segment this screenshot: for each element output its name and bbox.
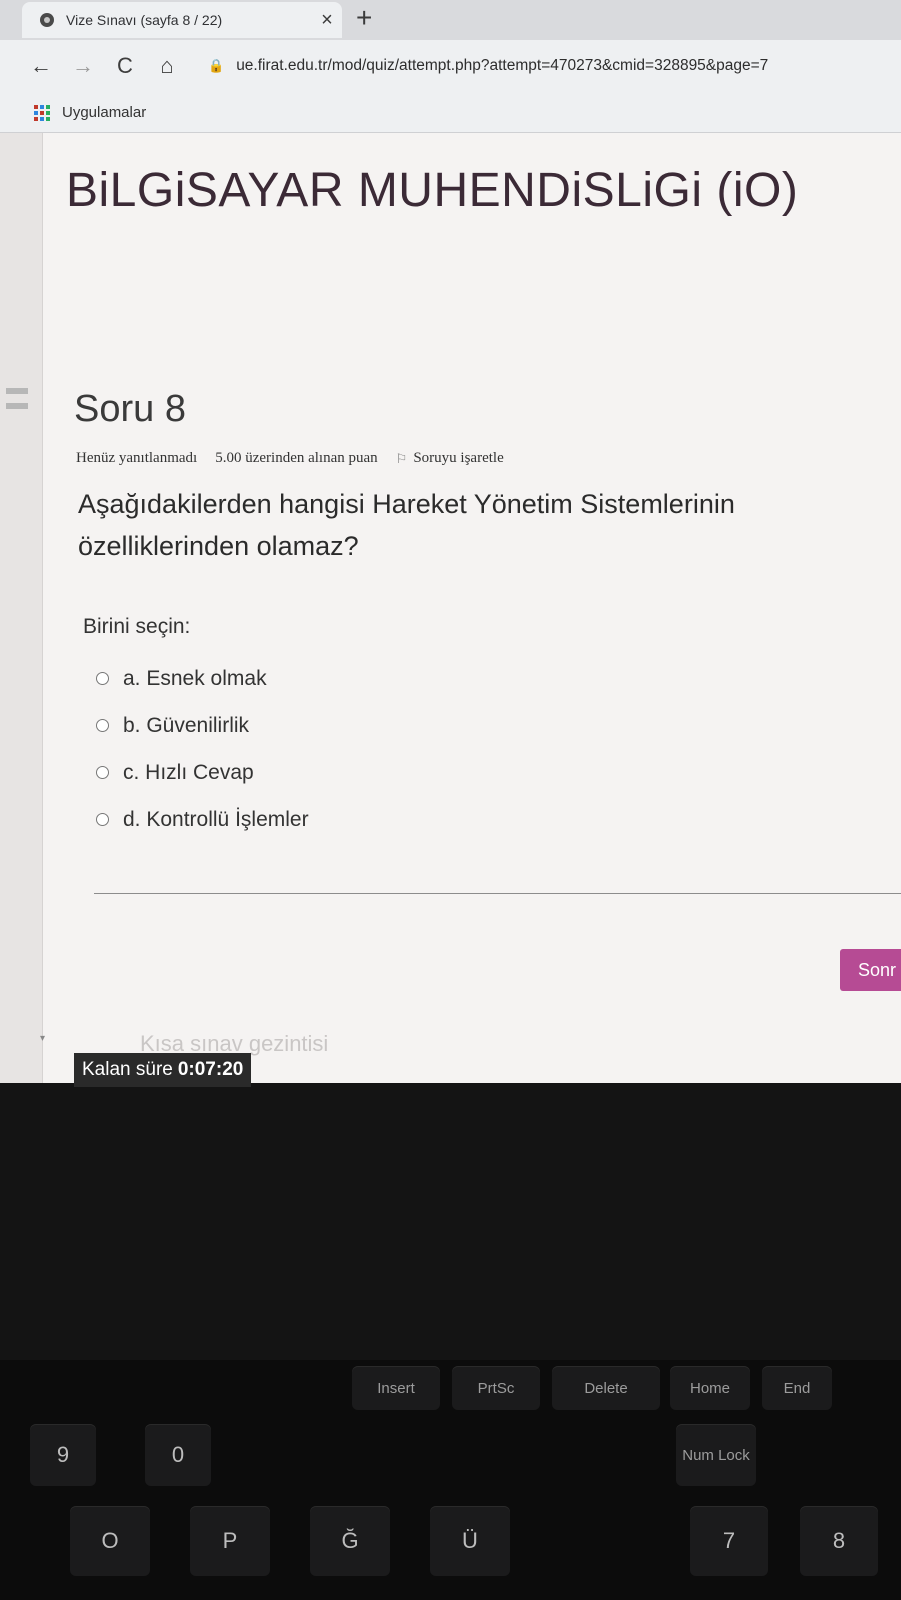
key-7: 7 xyxy=(690,1506,768,1576)
key-o: O xyxy=(70,1506,150,1576)
time-remaining-badge: Kalan süre 0:07:20 xyxy=(74,1053,252,1087)
key-end: End xyxy=(762,1366,832,1410)
answer-prompt: Birini seçin: xyxy=(83,615,191,638)
address-bar[interactable]: 🔒 ue.firat.edu.tr/mod/quiz/attempt.php?a… xyxy=(208,50,901,82)
new-tab-icon[interactable]: + xyxy=(356,2,372,34)
site-title: BiLGiSAYAR MUHENDiSLiGi (iO) xyxy=(66,164,799,217)
flag-icon: ⚐ xyxy=(395,450,408,466)
laptop-keyboard: Insert PrtSc Delete Home End Num Lock 9 … xyxy=(0,1360,901,1600)
key-g-breve: Ğ xyxy=(310,1506,390,1576)
radio-button[interactable] xyxy=(96,766,109,779)
key-insert: Insert xyxy=(352,1366,440,1410)
key-home: Home xyxy=(670,1366,750,1410)
forward-icon[interactable]: → xyxy=(62,53,104,79)
moodle-favicon-icon xyxy=(40,13,54,27)
key-num-lock: Num Lock xyxy=(676,1424,756,1486)
radio-button[interactable] xyxy=(96,719,109,732)
quiz-page: ▾ BiLGiSAYAR MUHENDiSLiGi (iO) Soru 8 He… xyxy=(0,133,901,1087)
key-delete: Delete xyxy=(552,1366,660,1410)
lock-icon: 🔒 xyxy=(208,58,225,73)
answer-option-c[interactable]: c. Hızlı Cevap xyxy=(96,749,309,796)
key-p: P xyxy=(190,1506,270,1576)
key-9: 9 xyxy=(30,1424,96,1486)
divider xyxy=(94,893,901,894)
question-text: Aşağıdakilerden hangisi Hareket Yönetim … xyxy=(78,489,735,561)
answer-list: a. Esnek olmak b. Güvenilirlik c. Hızlı … xyxy=(96,655,309,843)
question-points: 5.00 üzerinden alınan puan xyxy=(215,450,378,466)
question-title: Soru 8 xyxy=(74,388,186,430)
url-text: ue.firat.edu.tr/mod/quiz/attempt.php?att… xyxy=(236,57,769,74)
key-8: 8 xyxy=(800,1506,878,1576)
question-info: Henüz yanıtlanmadı 5.00 üzerinden alınan… xyxy=(76,450,504,467)
close-tab-icon[interactable]: × xyxy=(312,9,342,32)
tab-title: Vize Sınavı (sayfa 8 / 22) xyxy=(66,12,223,28)
answer-label: b. Güvenilirlik xyxy=(123,713,250,737)
timer-label: Kalan süre xyxy=(82,1059,173,1080)
back-icon[interactable]: ← xyxy=(20,53,62,79)
question-status: Henüz yanıtlanmadı xyxy=(76,450,198,466)
answer-label: a. Esnek olmak xyxy=(123,666,267,690)
key-0: 0 xyxy=(145,1424,211,1486)
chevron-down-icon[interactable]: ▾ xyxy=(40,1033,45,1044)
bookmark-apps[interactable]: Uygulamalar xyxy=(62,104,146,121)
answer-option-d[interactable]: d. Kontrollü İşlemler xyxy=(96,796,309,843)
browser-toolbar: ← → C ⌂ 🔒 ue.firat.edu.tr/mod/quiz/attem… xyxy=(0,40,901,92)
bookmarks-bar: Uygulamalar xyxy=(0,92,901,133)
apps-grid-icon[interactable] xyxy=(34,105,52,121)
timer-value: 0:07:20 xyxy=(177,1059,244,1080)
drawer-marker xyxy=(6,388,28,394)
key-u-umlaut: Ü xyxy=(430,1506,510,1576)
drawer-marker xyxy=(6,403,28,409)
answer-label: c. Hızlı Cevap xyxy=(123,760,254,784)
next-page-button[interactable]: Sonr xyxy=(840,949,901,991)
home-icon[interactable]: ⌂ xyxy=(146,53,188,79)
flag-question-label: Soruyu işaretle xyxy=(413,450,504,466)
left-drawer-strip xyxy=(0,133,43,1083)
flag-question-button[interactable]: ⚐ Soruyu işaretle xyxy=(396,450,504,467)
radio-button[interactable] xyxy=(96,813,109,826)
answer-label: d. Kontrollü İşlemler xyxy=(123,807,309,831)
answer-option-a[interactable]: a. Esnek olmak xyxy=(96,655,309,702)
radio-button[interactable] xyxy=(96,672,109,685)
browser-tab[interactable]: Vize Sınavı (sayfa 8 / 22) × xyxy=(22,2,342,38)
answer-option-b[interactable]: b. Güvenilirlik xyxy=(96,702,309,749)
tab-bar: Vize Sınavı (sayfa 8 / 22) × + xyxy=(0,0,901,40)
key-prtsc: PrtSc xyxy=(452,1366,540,1410)
reload-icon[interactable]: C xyxy=(104,53,146,79)
